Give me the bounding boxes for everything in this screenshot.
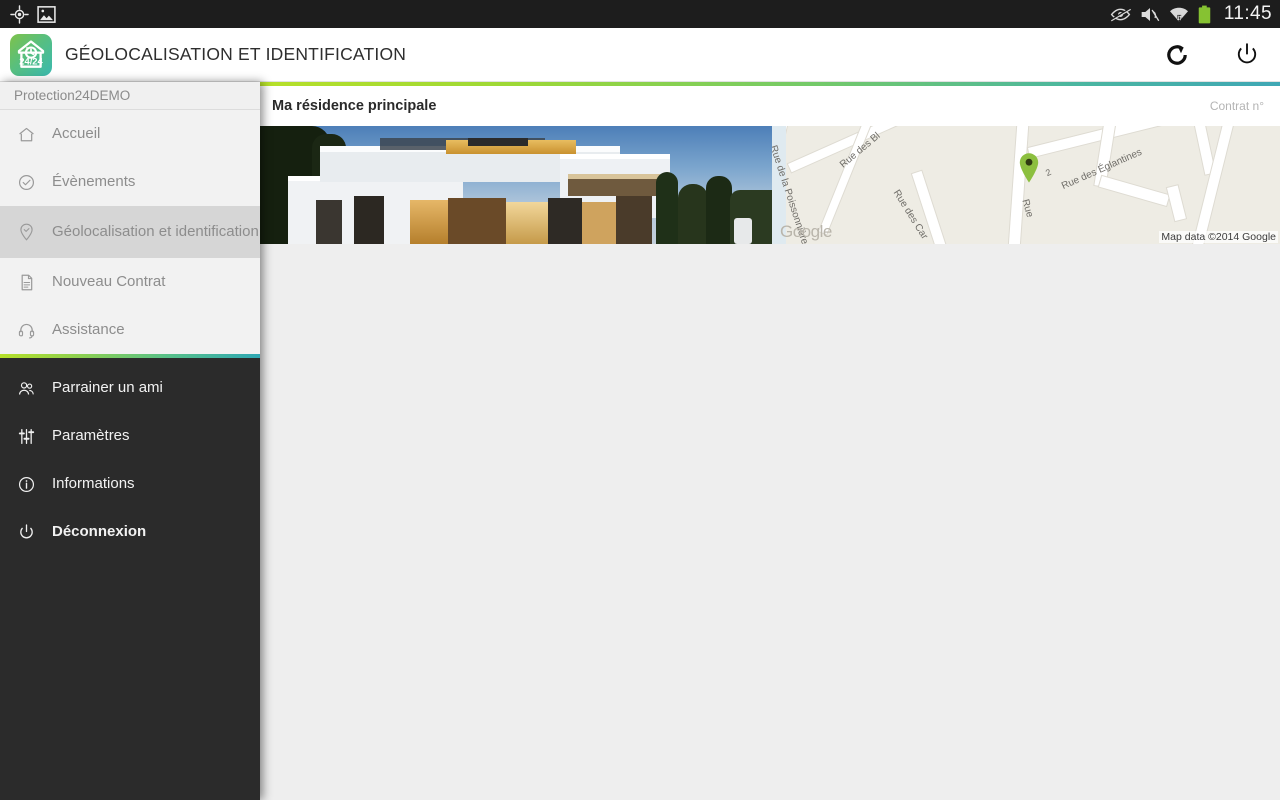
status-bar-clock: 11:45 [1223, 3, 1272, 24]
sliders-icon [12, 427, 40, 446]
wifi-icon [1169, 7, 1188, 21]
page-title: GÉOLOCALISATION ET IDENTIFICATION [65, 44, 407, 64]
sidebar-item-assistance[interactable]: Assistance [0, 306, 260, 354]
residence-card-header: Ma résidence principale Contrat n° [260, 86, 1280, 126]
document-icon [12, 273, 40, 292]
power-icon [12, 523, 40, 542]
sidebar-item-label: Paramètres [52, 427, 130, 445]
sidebar-item-informations[interactable]: Informations [0, 460, 260, 508]
check-circle-icon [12, 173, 40, 192]
map-street-label: 2 [1044, 166, 1053, 179]
sidebar-item-label: Accueil [52, 125, 101, 143]
sidebar-item-label: Évènements [52, 173, 136, 191]
sidebar-item-label: Parrainer un ami [52, 379, 163, 397]
map-pin-icon [12, 222, 40, 242]
battery-icon [1198, 5, 1211, 23]
home-icon [12, 125, 40, 144]
action-bar-buttons [1162, 40, 1262, 70]
drawer-account-name: Protection24DEMO [0, 82, 260, 110]
refresh-button[interactable] [1162, 40, 1192, 70]
gps-crosshair-icon [10, 4, 29, 24]
drawer-top-section: Protection24DEMO Accueil Évènements Géol… [0, 82, 260, 354]
info-circle-icon [12, 475, 40, 494]
residence-photo[interactable] [260, 126, 772, 244]
sidebar-item-deconnexion[interactable]: Déconnexion [0, 508, 260, 556]
location-map[interactable]: Rue de la Poissonnière Rue des Bl Rue de… [772, 126, 1280, 244]
screenshot-image-icon [37, 5, 56, 23]
status-bar-left-icons [10, 4, 56, 24]
map-attribution: Map data ©2014 Google [1159, 231, 1278, 243]
refresh-icon [1167, 44, 1187, 65]
sidebar-item-label: Informations [52, 475, 135, 493]
sidebar-item-nouveau-contrat[interactable]: Nouveau Contrat [0, 258, 260, 306]
sidebar-item-label: Assistance [52, 321, 125, 339]
svg-text:24/24: 24/24 [19, 55, 43, 66]
sidebar-item-evenements[interactable]: Évènements [0, 158, 260, 206]
power-button[interactable] [1232, 40, 1262, 70]
content-area: Ma résidence principale Contrat n° Rue d… [260, 82, 1280, 800]
navigation-drawer: Protection24DEMO Accueil Évènements Géol… [0, 82, 260, 800]
headset-icon [12, 321, 40, 340]
screen-root: 11:45 24/24 GÉOLOCALISATION ET IDENTIFIC… [0, 0, 1280, 800]
sidebar-item-accueil[interactable]: Accueil [0, 110, 260, 158]
sidebar-item-label: Géolocalisation et identification [52, 223, 259, 241]
android-status-bar: 11:45 [0, 0, 1280, 28]
google-watermark: Google [780, 222, 832, 241]
status-bar-right-icons: 11:45 [1110, 3, 1272, 25]
green-location-marker-icon[interactable] [1018, 152, 1040, 184]
residence-card[interactable]: Ma résidence principale Contrat n° Rue d… [260, 86, 1280, 244]
sidebar-item-parrainer-un-ami[interactable]: Parrainer un ami [0, 364, 260, 412]
protection24-logo-icon: 24/24 [10, 33, 52, 76]
contract-number-label: Contrat n° [1209, 99, 1264, 113]
sound-mute-icon [1141, 7, 1160, 21]
app-action-bar: 24/24 GÉOLOCALISATION ET IDENTIFICATION [0, 28, 1280, 82]
drawer-bottom-section: Parrainer un ami Paramètres Informations… [0, 358, 260, 556]
residence-card-media: Rue de la Poissonnière Rue des Bl Rue de… [260, 126, 1280, 244]
sidebar-item-label: Déconnexion [52, 523, 147, 541]
smart-stay-eye-icon [1110, 7, 1131, 21]
sidebar-item-geolocalisation[interactable]: Géolocalisation et identification [0, 206, 260, 258]
power-icon [1237, 42, 1257, 63]
sidebar-item-label: Nouveau Contrat [52, 273, 166, 291]
residence-title: Ma résidence principale [272, 98, 437, 114]
sidebar-item-parametres[interactable]: Paramètres [0, 412, 260, 460]
people-icon [12, 379, 40, 398]
